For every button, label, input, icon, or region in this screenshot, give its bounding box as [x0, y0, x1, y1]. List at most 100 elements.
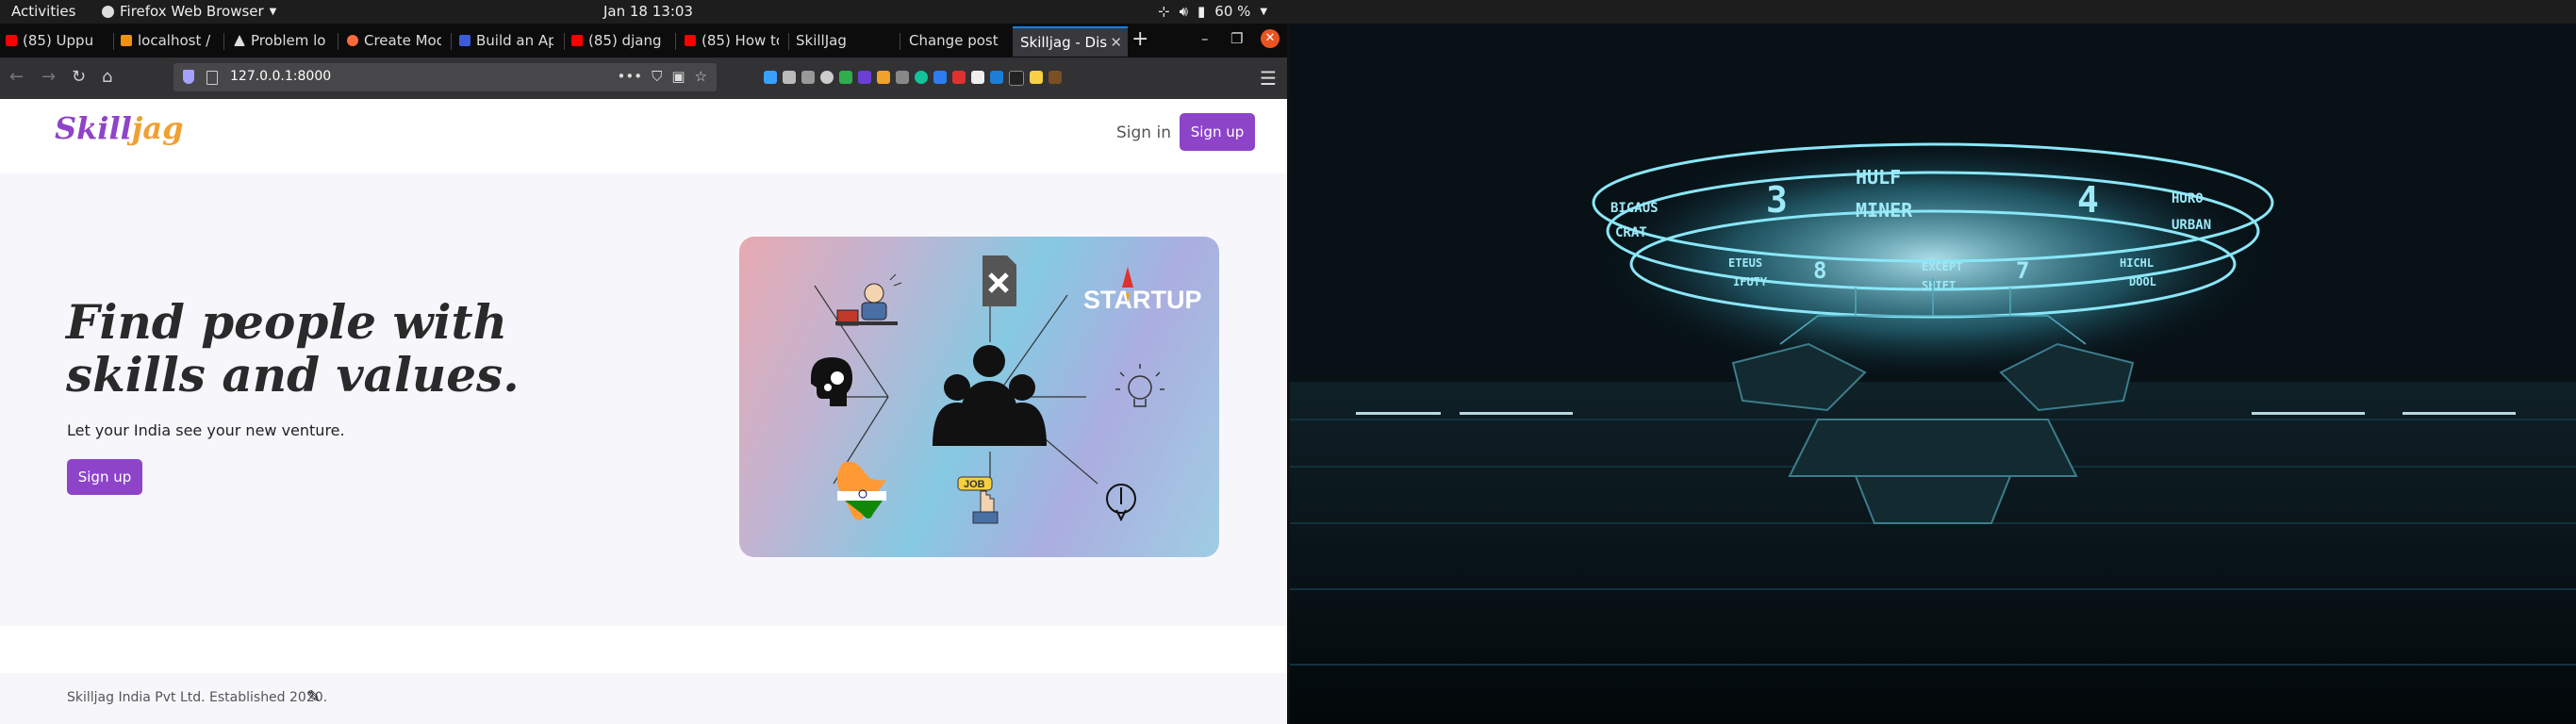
battery-icon: ▮: [1197, 3, 1206, 20]
extension-gray-icon[interactable]: [896, 71, 909, 84]
tab-label: localhost /: [138, 32, 211, 49]
lightbulb-icon: [1115, 364, 1164, 407]
tab[interactable]: (85) How to: [685, 27, 779, 54]
svg-text:URBAN: URBAN: [2171, 218, 2211, 233]
chevron-down-icon: ▼: [1260, 6, 1268, 17]
extension-white-icon[interactable]: [971, 71, 984, 84]
people-group-icon: [933, 345, 1047, 446]
svg-text:CRAT: CRAT: [1615, 225, 1647, 240]
tab[interactable]: localhost /: [121, 27, 213, 54]
extension-orange-icon[interactable]: [877, 71, 890, 84]
navigation-toolbar: ← → ↻ ⌂ 127.0.0.1:8000 ••• ⛉ ▣ ☆ ☰: [0, 58, 1287, 99]
tab[interactable]: (85) Uppu: [6, 27, 102, 54]
account-icon[interactable]: [820, 71, 834, 84]
extension-brown-icon[interactable]: [1049, 71, 1062, 84]
status-menu[interactable]: ⊹ 🔊︎ ▮ 60 % ▼: [1158, 3, 1267, 20]
library-icon[interactable]: [783, 71, 796, 84]
extension-badge-icon[interactable]: [990, 71, 1003, 84]
reload-icon[interactable]: ↻: [72, 67, 86, 87]
tab-label: Skilljag - Dis: [1020, 34, 1108, 51]
extension-purple-icon[interactable]: [858, 71, 871, 84]
grammarly-icon[interactable]: [915, 71, 928, 84]
extension-toolbar: [764, 71, 1062, 86]
tab[interactable]: SkillJag: [796, 27, 890, 54]
desktop-wallpaper: 3 HULF MINER 4 HURO URBAN BICAUS CRAT 8 …: [1290, 24, 2576, 724]
svg-text:ETEUS: ETEUS: [1728, 256, 1762, 270]
restore-icon[interactable]: ❐: [1230, 30, 1243, 47]
address-bar[interactable]: 127.0.0.1:8000 ••• ⛉ ▣ ☆: [173, 63, 717, 91]
svg-text:3: 3: [1766, 179, 1788, 221]
signup-button-hero[interactable]: Sign up: [67, 459, 142, 495]
bookmark-star-icon[interactable]: ☆: [695, 68, 707, 85]
tab-label: (85) How to: [702, 32, 779, 49]
svg-text:HURO: HURO: [2171, 191, 2204, 206]
signup-button-nav[interactable]: Sign up: [1180, 113, 1255, 151]
tab[interactable]: Change post: [909, 27, 1003, 54]
brain-gears-icon: [811, 357, 852, 406]
pocket-icon[interactable]: ⛉: [652, 68, 662, 85]
download-icon[interactable]: [764, 71, 777, 84]
job-hand-icon: JOB: [957, 476, 999, 524]
tracking-shield-icon[interactable]: [183, 70, 194, 84]
tab-label: Build an Ap: [476, 32, 553, 49]
minimize-icon[interactable]: –: [1201, 30, 1209, 47]
clock[interactable]: Jan 18 13:03: [603, 3, 693, 20]
extension-green-icon[interactable]: [839, 71, 852, 84]
svg-text:HULF: HULF: [1856, 166, 1901, 189]
extension-dark-icon[interactable]: [1009, 71, 1024, 86]
svg-text:MINER: MINER: [1856, 199, 1913, 222]
person-at-desk-icon: [835, 273, 902, 326]
home-icon[interactable]: ⌂: [102, 67, 112, 87]
extension-red-icon[interactable]: [952, 71, 966, 84]
tab[interactable]: Problem lo: [234, 27, 328, 54]
network-icon: ⊹: [1158, 3, 1170, 20]
tab[interactable]: Build an Ap: [459, 27, 553, 54]
tab[interactable]: Create Mod: [347, 27, 441, 54]
youtube-favicon-icon: [6, 35, 17, 46]
tab-label: Change post: [909, 32, 999, 49]
hamburger-menu-icon[interactable]: ☰: [1260, 67, 1277, 90]
hero-title: Find people with skills and values.: [66, 294, 520, 403]
back-icon[interactable]: ←: [9, 67, 24, 87]
illustration-svg: STARTUP JOB: [811, 255, 1202, 524]
tab[interactable]: (85) djang: [571, 27, 666, 54]
svg-text:SHIFT: SHIFT: [1922, 279, 1956, 292]
job-text: JOB: [964, 479, 985, 490]
chevron-down-icon: ▼: [269, 6, 277, 17]
youtube-favicon-icon: [571, 35, 583, 46]
app-menu[interactable]: Firefox Web Browser ▼: [102, 3, 276, 20]
network-illustration: STARTUP JOB: [739, 237, 1219, 557]
tab-bar: (85) Uppu localhost / Problem lo Create …: [0, 24, 1287, 58]
app-menu-label: Firefox Web Browser: [120, 3, 264, 20]
footer-text: Skilljag India Pvt Ltd. Established 2020…: [67, 690, 328, 705]
skilljag-logo[interactable]: Skilljag: [55, 110, 183, 146]
new-tab-button[interactable]: +: [1131, 27, 1148, 51]
sidebar-icon[interactable]: [801, 71, 815, 84]
close-window-button[interactable]: ✕: [1261, 29, 1280, 48]
extension-yellow-icon[interactable]: [1030, 71, 1043, 84]
phpmyadmin-favicon-icon: [121, 35, 132, 46]
tab-label: Problem lo: [251, 32, 326, 49]
document-x-icon: [983, 255, 1016, 306]
tab-active[interactable]: Skilljag - Dis ✕: [1013, 26, 1128, 57]
svg-text:EXCEPT: EXCEPT: [1922, 260, 1962, 273]
extension-blue-icon[interactable]: [933, 71, 947, 84]
firefox-icon: [102, 5, 114, 18]
forward-icon[interactable]: →: [41, 67, 56, 87]
ubuntu-favicon-icon: [347, 35, 358, 46]
activities-button[interactable]: Activities: [11, 3, 75, 20]
india-map-icon: [836, 461, 886, 520]
close-tab-icon[interactable]: ✕: [1110, 34, 1122, 51]
svg-text:DOOL: DOOL: [2129, 275, 2156, 288]
system-top-bar: Activities Firefox Web Browser ▼ Jan 18 …: [0, 0, 2576, 24]
tab-label: Create Mod: [364, 32, 441, 49]
svg-text:BICAUS: BICAUS: [1610, 201, 1659, 216]
battery-level: 60 %: [1214, 3, 1251, 20]
page-actions-icon[interactable]: •••: [618, 68, 643, 85]
signin-link[interactable]: Sign in: [1116, 123, 1171, 142]
tab-label: (85) djang: [588, 32, 662, 49]
footer-logo-icon[interactable]: ✎: [306, 687, 321, 707]
page-info-icon[interactable]: [206, 71, 218, 85]
url-text[interactable]: 127.0.0.1:8000: [230, 69, 331, 84]
extension-icon[interactable]: ▣: [671, 68, 685, 85]
